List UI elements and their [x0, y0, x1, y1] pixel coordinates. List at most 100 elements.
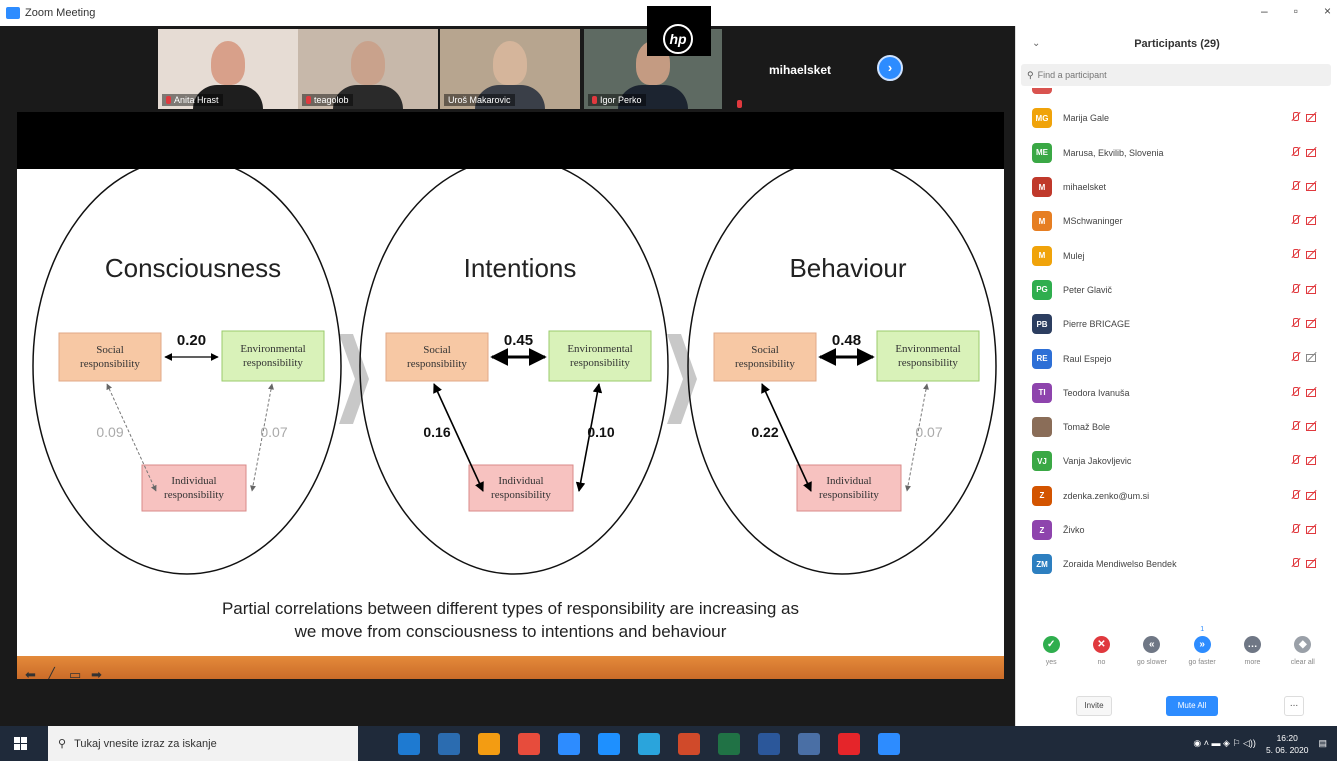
participant-row[interactable]: Z Živko: [1016, 513, 1337, 547]
responsibility-diagram: Consciousness Social responsibility Environ…: [32, 169, 997, 575]
avatar: PB: [1032, 314, 1052, 335]
video-gallery-strip: Anita Hrast teagolob Uroš Makarovic Igor…: [0, 6, 1015, 112]
taskbar-app-icon[interactable]: [398, 732, 420, 755]
next-page-button[interactable]: ›: [877, 55, 903, 81]
participant-search-input[interactable]: [1037, 70, 1298, 80]
participant-row[interactable]: M MSchwaninger: [1016, 204, 1337, 238]
taskbar-app-icon[interactable]: [438, 732, 460, 755]
tile-name: Igor Perko: [600, 95, 642, 105]
participant-status: [1290, 489, 1316, 500]
tile-name: teagolob: [314, 95, 349, 105]
video-tile[interactable]: teagolob: [298, 29, 438, 109]
taskbar-app-icon[interactable]: [598, 732, 620, 755]
window-controls: – ▫ ×: [1261, 4, 1331, 18]
no-icon: ✕: [1092, 636, 1110, 653]
reaction-go-slower-button[interactable]: « go slower: [1130, 636, 1174, 686]
social-responsibility-label: Social: [751, 344, 779, 356]
zoom-logo-icon: [6, 7, 20, 19]
participant-row[interactable]: PG Peter Glavič: [1016, 273, 1337, 307]
arrow-left-icon[interactable]: ⬅: [25, 668, 40, 680]
individual-responsibility-label: responsibility: [164, 489, 224, 501]
participant-row[interactable]: TI Teodora Ivanuša: [1016, 376, 1337, 410]
mute-all-button[interactable]: Mute All: [1166, 696, 1218, 716]
panel-heading: Consciousness: [105, 253, 281, 283]
participant-row[interactable]: ME Marusa, Ekvilib, Slovenia: [1016, 136, 1337, 170]
avatar: Z: [1032, 520, 1052, 540]
slide-caption-line1: Partial correlations between different t…: [221, 599, 800, 618]
invite-button[interactable]: Invite: [1076, 696, 1112, 716]
active-speaker-name[interactable]: mihaelsket: [740, 29, 860, 109]
video-tile[interactable]: Anita Hrast: [158, 29, 298, 109]
taskbar-app-icon[interactable]: [518, 732, 540, 755]
reaction-go-faster-button[interactable]: 1» go faster: [1180, 626, 1224, 686]
video-off-icon: [1306, 318, 1316, 329]
participant-status: [1290, 386, 1316, 397]
clock[interactable]: 16:20 5. 06. 2020: [1266, 732, 1309, 756]
right-correlation-value: 0.07: [260, 424, 287, 440]
participant-name: Živko: [1063, 525, 1085, 535]
taskbar-app-icon[interactable]: [758, 732, 780, 755]
participant-row[interactable]: M Mulej: [1016, 238, 1337, 272]
taskbar-app-icon[interactable]: [678, 732, 700, 755]
reaction-no-button[interactable]: ✕ no: [1079, 636, 1123, 686]
video-off-icon: [1306, 181, 1316, 191]
participant-name: Mulej: [1063, 250, 1085, 261]
participant-row[interactable]: M Mentiaz: [1016, 88, 1337, 101]
taskbar-app-icon[interactable]: [718, 732, 740, 755]
taskbar-app-icon[interactable]: [558, 732, 580, 755]
participant-row[interactable]: Mmihaelsket: [1016, 170, 1337, 204]
participant-name: Marusa, Ekvilib, Slovenia: [1063, 147, 1164, 158]
minimize-button[interactable]: –: [1261, 4, 1268, 18]
avatar: VJ: [1032, 451, 1052, 472]
pen-icon[interactable]: ╱: [47, 668, 62, 680]
participant-row[interactable]: ZM Zoraida Mendiwelso Bendek: [1016, 547, 1337, 581]
participant-video: [351, 41, 385, 85]
participant-row[interactable]: Zzdenka.zenko@um.si: [1016, 479, 1337, 513]
participant-row[interactable]: RE Raul Espejo: [1016, 341, 1337, 375]
shared-slide: Consciousness Social responsibility Environ…: [17, 169, 1004, 679]
video-tile[interactable]: Uroš Makarovic: [440, 29, 580, 109]
video-off-icon: [1306, 249, 1316, 260]
taskbar-search-placeholder: Tukaj vnesite izraz za iskanje: [74, 737, 217, 750]
tray-icons[interactable]: ◉ ˄ ▬ ◈ ⚐ ◁)): [1193, 738, 1256, 749]
go-slower-icon: «: [1143, 636, 1161, 653]
participant-row[interactable]: Tomaž Bole: [1016, 410, 1337, 444]
arrow-right-icon[interactable]: ➡: [91, 668, 106, 680]
environmental-responsibility-box: [876, 330, 980, 382]
restore-button[interactable]: ▫: [1294, 4, 1298, 18]
taskbar-app-icon[interactable]: [798, 732, 820, 755]
participant-row[interactable]: PB Pierre BRICAGE: [1016, 307, 1337, 341]
video-off-icon: [1306, 352, 1316, 363]
participant-name: MSchwaninger: [1063, 216, 1123, 227]
participant-status: [1290, 523, 1316, 534]
participant-row[interactable]: MG Marija Gale: [1016, 101, 1337, 135]
participant-status: [1290, 318, 1316, 329]
individual-responsibility-box: [468, 464, 574, 512]
taskbar-app-icon[interactable]: [478, 732, 500, 755]
reaction-clear-all-button[interactable]: ◆ clear all: [1281, 636, 1325, 686]
social-responsibility-box: [385, 332, 489, 382]
reaction-label: yes: [1045, 659, 1057, 666]
avatar: M: [1032, 245, 1052, 266]
screen-icon[interactable]: ▭: [69, 668, 84, 680]
notifications-icon[interactable]: ▤: [1318, 738, 1327, 749]
more-options-button[interactable]: ...: [1284, 696, 1304, 716]
taskbar-search[interactable]: ⚲ Tukaj vnesite izraz za iskanje: [48, 726, 358, 761]
taskbar-app-icon[interactable]: [838, 732, 860, 755]
video-off-icon: [1306, 387, 1316, 397]
participant-name: Vanja Jakovljevic: [1063, 456, 1132, 467]
taskbar-app-icon[interactable]: [878, 732, 900, 755]
mic-muted-icon: [1290, 489, 1300, 500]
close-button[interactable]: ×: [1324, 4, 1331, 18]
reaction-label: go faster: [1188, 659, 1216, 666]
participant-row[interactable]: VJ Vanja Jakovljevic: [1016, 444, 1337, 478]
reaction-more-button[interactable]: … more: [1230, 636, 1274, 686]
more-icon: …: [1243, 636, 1261, 653]
participant-status: [1290, 455, 1316, 466]
windows-start-icon[interactable]: [14, 736, 28, 751]
participant-name: mihaelsket: [1063, 182, 1107, 193]
go-faster-icon: »: [1193, 636, 1211, 653]
taskbar-app-icon[interactable]: [638, 732, 660, 755]
participant-status: [1290, 112, 1316, 123]
reaction-yes-button[interactable]: ✓ yes: [1029, 636, 1073, 686]
